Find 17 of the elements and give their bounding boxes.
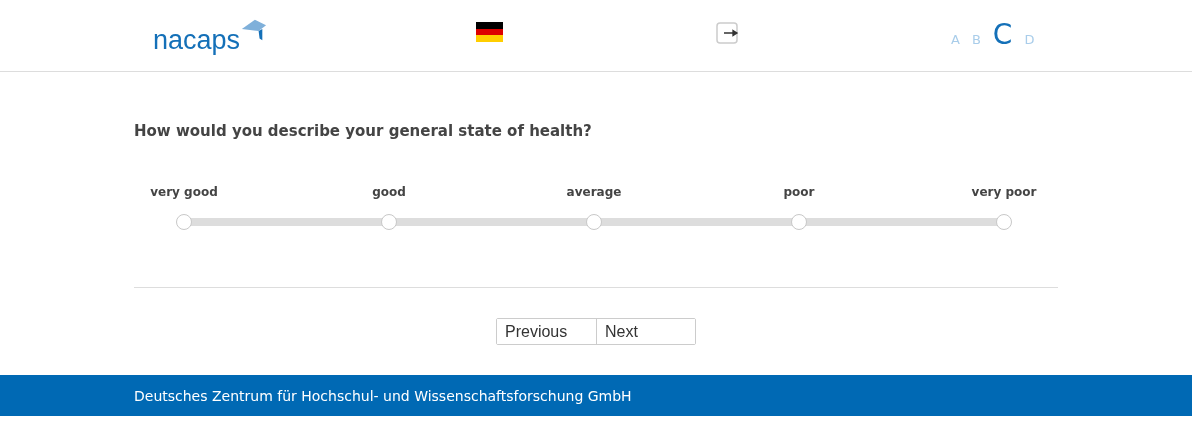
exit-button[interactable] [716,22,740,44]
option-label: poor [783,185,815,200]
option-label: average [566,185,622,200]
radio-button[interactable] [996,214,1012,230]
option-label: very good [150,185,218,200]
question-text: How would you describe your general state of health? [134,122,593,140]
german-flag-icon[interactable] [476,22,503,42]
footer-text: Deutsches Zentrum für Hochschul- und Wissenschaftsforschung GmbH [134,387,632,404]
option-label: very poor [971,185,1037,200]
font-size-button[interactable]: C [992,17,1013,51]
radio-button[interactable] [791,214,807,230]
logo-text: nacaps [153,24,241,56]
radio-button[interactable] [381,214,397,230]
next-button[interactable]: Next [596,319,695,344]
radio-button[interactable] [586,214,602,230]
option-label: good [372,185,406,200]
radio-button[interactable] [176,214,192,230]
